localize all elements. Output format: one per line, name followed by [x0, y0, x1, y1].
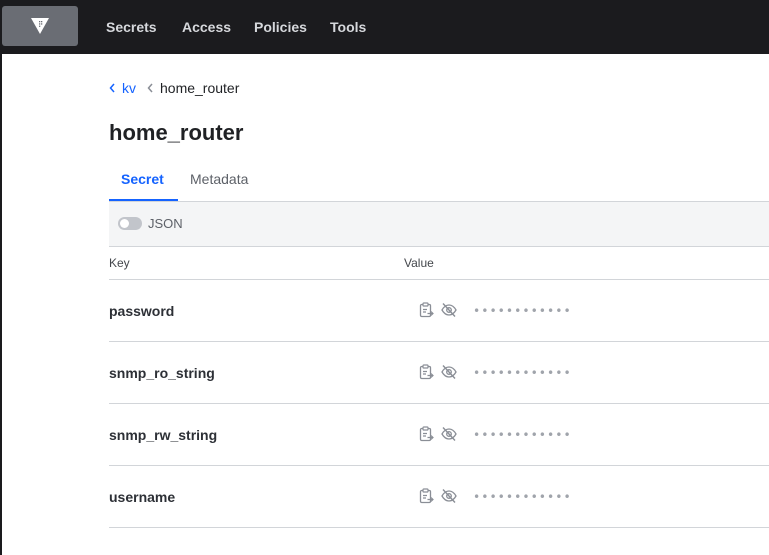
breadcrumb-current: home_router [160, 80, 240, 96]
page-title: home_router [109, 120, 244, 145]
toggle-knob [120, 219, 129, 228]
divider [109, 403, 769, 404]
row-key-password: password [109, 303, 175, 319]
json-toggle[interactable] [118, 217, 142, 230]
row-key-username: username [109, 489, 176, 505]
clipboard-copy-icon[interactable] [418, 426, 434, 442]
divider [109, 465, 769, 466]
masked-secret-value: •••••••••••• [473, 304, 572, 318]
eye-off-icon[interactable] [441, 302, 457, 318]
column-header-value: Value [404, 256, 434, 270]
chevron-left-icon [109, 83, 115, 93]
breadcrumb: kv home_router [109, 79, 239, 97]
secret-toolbar: JSON [109, 201, 769, 247]
masked-secret-value: •••••••••••• [473, 366, 572, 380]
json-toggle-label: JSON [148, 216, 183, 231]
clipboard-copy-icon[interactable] [418, 364, 434, 380]
chevron-left-icon [147, 83, 153, 93]
nav-tools[interactable]: Tools [330, 17, 366, 37]
tab-secret[interactable]: Secret [121, 169, 164, 189]
breadcrumb-kv-link[interactable]: kv [122, 80, 136, 96]
masked-secret-value: •••••••••••• [473, 490, 572, 504]
clipboard-copy-icon[interactable] [418, 488, 434, 504]
left-border [0, 54, 2, 555]
eye-off-icon[interactable] [441, 364, 457, 380]
tab-metadata[interactable]: Metadata [190, 169, 248, 189]
eye-off-icon[interactable] [441, 426, 457, 442]
column-header-key: Key [109, 256, 130, 270]
nav-secrets[interactable]: Secrets [106, 17, 157, 37]
vault-logo-icon[interactable] [2, 6, 78, 46]
clipboard-copy-icon[interactable] [418, 302, 434, 318]
nav-policies[interactable]: Policies [254, 17, 307, 37]
top-navigation: Secrets Access Policies Tools [0, 0, 769, 54]
row-key-snmp-rw-string: snmp_rw_string [109, 427, 218, 443]
eye-off-icon[interactable] [441, 488, 457, 504]
nav-access[interactable]: Access [182, 17, 231, 37]
divider [109, 279, 769, 280]
divider [109, 341, 769, 342]
divider [109, 527, 769, 528]
masked-secret-value: •••••••••••• [473, 428, 572, 442]
row-key-snmp-ro-string: snmp_ro_string [109, 365, 215, 381]
